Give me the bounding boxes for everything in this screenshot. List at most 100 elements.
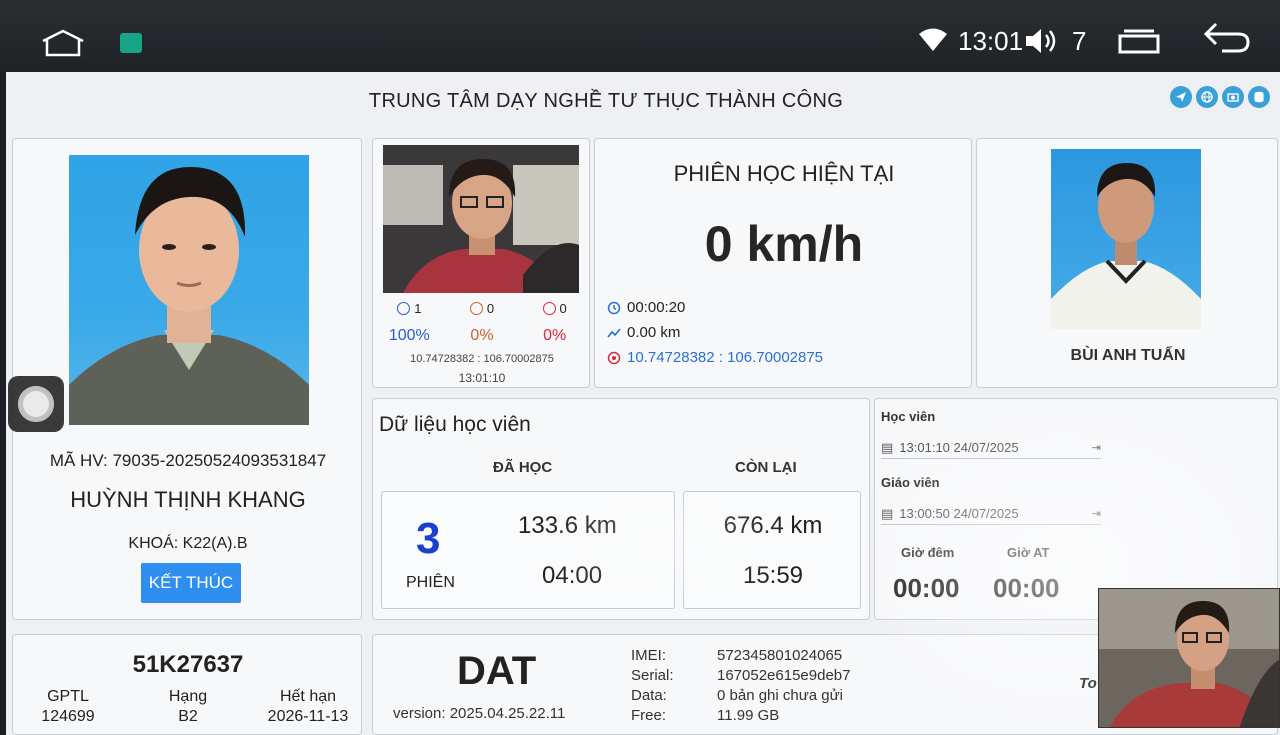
volume-level: 7 — [1072, 26, 1087, 56]
emotion-happy: 1 — [379, 301, 439, 316]
gptl-value: 124699 — [41, 708, 95, 725]
emotion-percents: 100% 0% 0% — [373, 327, 591, 345]
session-gps-row: 10.74728382 : 106.70002875 — [607, 349, 823, 366]
emotion-counts: 1 0 0 — [373, 301, 591, 316]
night-hours-label: Giờ đêm — [901, 545, 955, 560]
gptl-column: GPTL 124699 — [13, 687, 123, 727]
logout-arrow-icon: ⇥ — [1091, 508, 1101, 520]
camera-timestamp: 13:01:10 — [458, 371, 506, 385]
student-data-card: Dữ liệu học viên ĐÃ HỌC CÒN LẠI 3 PHIÊN … — [372, 398, 870, 620]
free-value: 11.99 GB — [717, 707, 780, 724]
device-version: version: 2025.04.25.22.11 — [393, 705, 566, 722]
app-screen: TRUNG TÂM DẠY NGHỀ TƯ THỤC THÀNH CÔNG MÃ… — [6, 72, 1280, 735]
camera-icon — [1222, 86, 1244, 108]
x-face-icon — [542, 302, 556, 315]
session-duration: 00:00:20 — [627, 299, 686, 316]
class-value: B2 — [178, 708, 198, 725]
top-status-icons — [1170, 86, 1270, 108]
database-icon — [1248, 86, 1270, 108]
neutral-face-icon — [469, 302, 483, 315]
remaining-time: 15:59 — [742, 562, 804, 589]
learned-header: ĐÃ HỌC — [493, 459, 553, 476]
gptl-label: GPTL — [47, 688, 89, 705]
serial-value: 167052e615e9deb7 — [717, 667, 851, 684]
data-label: Data: — [631, 687, 667, 704]
clock: 13:01 — [958, 26, 1024, 56]
student-course: KHOÁ: K22(A).B — [128, 535, 248, 552]
imei-label: IMEI: — [631, 647, 667, 664]
learned-distance: 133.6 km — [518, 512, 617, 539]
teacher-login-label: Giáo viên — [881, 475, 940, 490]
percent-happy: 100% — [388, 327, 430, 344]
percent-neutral: 0% — [470, 327, 494, 344]
teacher-card: BÙI ANH TUẤN — [976, 138, 1278, 388]
student-login-label: Học viên — [881, 409, 936, 424]
volume-icon[interactable] — [1024, 26, 1060, 56]
vehicle-card: 51K27637 GPTL 124699 Hạng B2 Hết hạn 202… — [12, 634, 362, 735]
session-title: PHIÊN HỌC HIỆN TẠI — [673, 161, 895, 186]
data-value: 0 bản ghi chưa gửi — [717, 687, 843, 704]
logout-arrow-icon: ⇥ — [1091, 442, 1101, 454]
face-camera-card: 1 0 0 100% 0% 0% 10.74728382 : 106.70002… — [372, 138, 590, 388]
teacher-login-time: 13:00:50 24/07/2025 — [899, 506, 1019, 521]
truncated-label: To — [1079, 675, 1097, 692]
student-data-title: Dữ liệu học viên — [379, 413, 531, 436]
app-notification-icon — [120, 33, 142, 53]
session-distance-row: 0.00 km — [607, 324, 680, 341]
student-card: MÃ HV: 79035-20250524093531847 HUỲNH THỊ… — [12, 138, 362, 620]
calendar-icon: ▤ — [881, 505, 894, 521]
remaining-box: 676.4 km 15:59 — [683, 491, 861, 609]
teacher-login-field: ▤ 13:00:50 24/07/2025 ⇥ — [881, 503, 1101, 525]
sessions-count: 3 — [416, 514, 441, 563]
class-label: Hạng — [168, 688, 208, 705]
remaining-distance: 676.4 km — [723, 512, 823, 539]
current-session-card: PHIÊN HỌC HIỆN TẠI 0 km/h 00:00:20 0.00 … — [594, 138, 972, 388]
student-photo — [69, 155, 309, 425]
class-column: Hạng B2 — [133, 687, 243, 727]
device-name: DAT — [457, 649, 537, 693]
imei-value: 572345801024065 — [717, 647, 843, 664]
back-icon[interactable] — [1202, 20, 1252, 56]
student-id: MÃ HV: 79035-20250524093531847 — [49, 451, 327, 470]
expiry-value: 2026-11-13 — [267, 708, 349, 725]
student-login-field: ▤ 13:01:10 24/07/2025 ⇥ — [881, 437, 1101, 459]
student-name: HUỲNH THỊNH KHANG — [70, 487, 306, 512]
happy-face-icon — [397, 302, 411, 315]
license-plate: 51K27637 — [132, 651, 244, 678]
night-hours-value: 00:00 — [893, 573, 960, 603]
camera-coordinates: 10.74728382 : 106.70002875 — [410, 353, 554, 365]
learned-time: 04:00 — [542, 562, 603, 589]
page-title: TRUNG TÂM DẠY NGHỀ TƯ THỤC THÀNH CÔNG — [368, 90, 844, 112]
serial-label: Serial: — [631, 667, 674, 684]
login-times-card: Học viên ▤ 13:01:10 24/07/2025 ⇥ Giáo vi… — [874, 398, 1278, 620]
learned-box: 3 PHIÊN 133.6 km 04:00 — [381, 491, 675, 609]
sessions-label: PHIÊN — [406, 574, 455, 591]
recents-icon[interactable] — [1116, 28, 1162, 56]
emotion-neutral: 0 — [452, 301, 512, 316]
student-login-time: 13:01:10 24/07/2025 — [899, 440, 1019, 455]
session-duration-row: 00:00:20 — [607, 299, 685, 316]
calendar-icon: ▤ — [881, 439, 894, 455]
percent-x: 0% — [543, 327, 567, 344]
end-session-button[interactable]: KẾT THÚC — [141, 563, 241, 603]
clock-icon — [607, 301, 621, 314]
auto-hours-label: Giờ AT — [1007, 545, 1050, 560]
expiry-column: Hết hạn 2026-11-13 — [253, 687, 363, 727]
assistive-touch-button[interactable] — [8, 376, 64, 432]
teacher-photo — [1051, 149, 1201, 329]
trend-icon — [607, 327, 621, 337]
auto-hours-value: 00:00 — [993, 573, 1060, 603]
wifi-icon — [919, 28, 947, 51]
emotion-x: 0 — [525, 301, 585, 316]
teacher-name: BÙI ANH TUẤN — [1070, 347, 1186, 364]
session-distance: 0.00 km — [627, 324, 681, 341]
location-icon — [1170, 86, 1192, 108]
expiry-label: Hết hạn — [279, 688, 337, 705]
session-gps: 10.74728382 : 106.70002875 — [627, 349, 824, 366]
remaining-header: CÒN LẠI — [735, 459, 797, 476]
home-icon[interactable] — [40, 28, 86, 58]
gps-target-icon — [607, 351, 621, 364]
pip-camera-feed[interactable] — [1098, 588, 1280, 728]
free-label: Free: — [631, 707, 667, 724]
driver-camera-feed — [383, 145, 579, 293]
